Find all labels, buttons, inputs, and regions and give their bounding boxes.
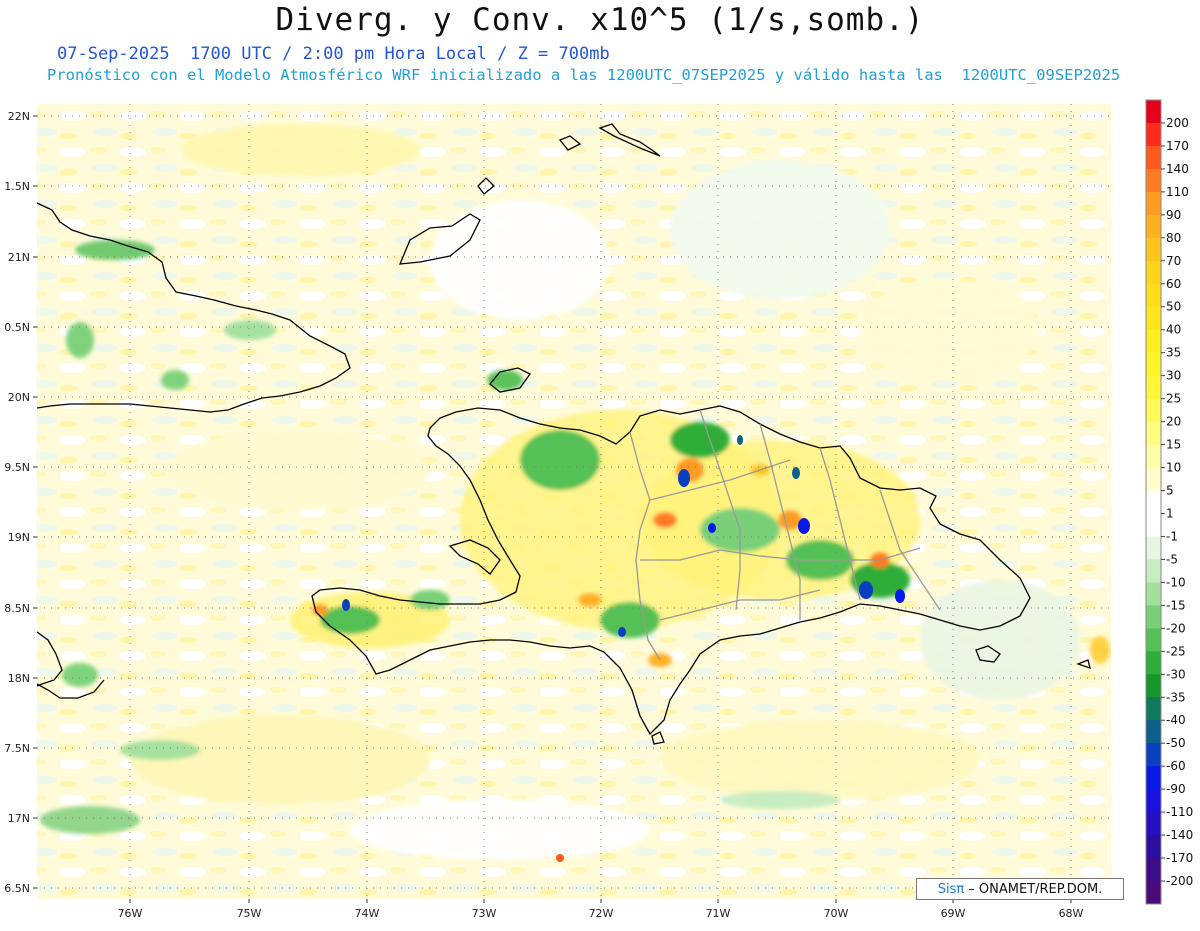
colorbar-swatch <box>1146 766 1161 790</box>
colorbar-label: -5 <box>1166 552 1178 566</box>
lon-label: 68W <box>1059 907 1084 920</box>
colorbar-swatch <box>1146 421 1161 446</box>
colorbar-label: -10 <box>1166 575 1186 589</box>
colorbar-label: 90 <box>1166 208 1181 222</box>
colorbar-label: 60 <box>1166 277 1181 291</box>
colorbar-label: 30 <box>1166 369 1181 383</box>
colorbar-swatch <box>1146 674 1161 698</box>
colorbar-label: 70 <box>1166 254 1181 268</box>
lat-label: 0.5N <box>4 321 30 334</box>
latitude-labels: 22N 1.5N 21N 0.5N 20N 9.5N 19N 8.5N 18N … <box>4 110 30 895</box>
colorbar-swatch <box>1146 145 1161 170</box>
lon-label: 76W <box>118 907 143 920</box>
colorbar-label: -40 <box>1166 713 1186 727</box>
colorbar-swatch <box>1146 743 1161 767</box>
lat-label: 19N <box>8 531 30 544</box>
colorbar-swatch <box>1146 467 1161 492</box>
colorbar-label: 35 <box>1166 346 1181 360</box>
colorbar-swatch <box>1146 306 1161 331</box>
colorbar-swatch <box>1146 260 1161 285</box>
lon-label: 70W <box>824 907 849 920</box>
lat-label: 6.5N <box>4 882 30 895</box>
colorbar-swatch <box>1146 375 1161 400</box>
lat-label: 8.5N <box>4 602 30 615</box>
credit-box: Sis π – ONAMET/REP.DOM. <box>916 878 1124 900</box>
lat-label: 20N <box>8 391 30 404</box>
lat-label: 1.5N <box>4 180 30 193</box>
map-panel: 22N 1.5N 21N 0.5N 20N 9.5N 19N 8.5N 18N … <box>0 0 1200 927</box>
colorbar-label: 1 <box>1166 506 1174 520</box>
lat-label: 21N <box>8 251 30 264</box>
credit-text: – ONAMET/REP.DOM. <box>964 881 1103 897</box>
colorbar-swatch <box>1146 651 1161 675</box>
lon-label: 73W <box>472 907 497 920</box>
colorbar-swatch <box>1146 513 1161 537</box>
lat-label: 9.5N <box>4 461 30 474</box>
colorbar-swatch <box>1146 444 1161 469</box>
sispi-brand: Sis <box>937 881 957 897</box>
colorbar-label: 5 <box>1166 484 1174 498</box>
colorbar-swatch <box>1146 398 1161 423</box>
colorbar-swatch <box>1146 559 1161 583</box>
lon-label: 72W <box>589 907 614 920</box>
colorbar-swatch <box>1146 628 1161 652</box>
colorbar-swatch <box>1146 100 1161 124</box>
colorbar-swatch <box>1146 490 1161 514</box>
colorbar: 200 170 140 110 90 80 70 60 50 40 35 30 25 20 15 10 5 1 -1… <box>1145 99 1193 905</box>
colorbar-swatch <box>1146 168 1161 193</box>
divergence-field <box>37 104 1111 899</box>
colorbar-label: 80 <box>1166 231 1181 245</box>
colorbar-label: -60 <box>1166 759 1186 773</box>
colorbar-label: -140 <box>1166 828 1193 842</box>
colorbar-label: -200 <box>1166 874 1193 888</box>
colorbar-label: -90 <box>1166 782 1186 796</box>
colorbar-swatch <box>1146 191 1161 216</box>
colorbar-label: 50 <box>1166 300 1181 314</box>
lat-label: 18N <box>8 672 30 685</box>
colorbar-label: -50 <box>1166 736 1186 750</box>
colorbar-label: -170 <box>1166 851 1193 865</box>
lon-label: 71W <box>706 907 731 920</box>
colorbar-swatch <box>1146 697 1161 721</box>
colorbar-label: 25 <box>1166 392 1181 406</box>
colorbar-label: 170 <box>1166 139 1189 153</box>
colorbar-swatch <box>1146 237 1161 262</box>
pi-glyph: π <box>956 881 965 897</box>
colorbar-label: 200 <box>1166 116 1189 130</box>
colorbar-label: 110 <box>1166 185 1189 199</box>
colorbar-swatch <box>1146 352 1161 377</box>
colorbar-label: -35 <box>1166 690 1186 704</box>
lon-label: 75W <box>237 907 262 920</box>
lat-label: 22N <box>8 110 30 123</box>
colorbar-swatch <box>1146 122 1161 147</box>
colorbar-swatch <box>1146 214 1161 239</box>
colorbar-swatch <box>1146 605 1161 629</box>
colorbar-swatch <box>1146 536 1161 560</box>
colorbar-swatch <box>1146 329 1161 354</box>
longitude-labels: 76W 75W 74W 73W 72W 71W 70W 69W 68W <box>118 907 1084 920</box>
colorbar-label: -1 <box>1166 529 1178 543</box>
colorbar-swatch <box>1146 858 1161 882</box>
lat-label: 7.5N <box>4 742 30 755</box>
colorbar-label: -25 <box>1166 644 1186 658</box>
colorbar-label: 40 <box>1166 323 1181 337</box>
colorbar-label: 140 <box>1166 162 1189 176</box>
colorbar-swatch <box>1146 812 1161 836</box>
colorbar-label: 15 <box>1166 438 1181 452</box>
colorbar-label: -110 <box>1166 805 1193 819</box>
lon-label: 74W <box>355 907 380 920</box>
colorbar-label: -20 <box>1166 621 1186 635</box>
colorbar-swatch <box>1146 582 1161 606</box>
colorbar-label: -15 <box>1166 598 1186 612</box>
lat-label: 17N <box>8 812 30 825</box>
lon-label: 69W <box>941 907 966 920</box>
colorbar-swatch <box>1146 881 1161 905</box>
colorbar-swatch <box>1146 789 1161 813</box>
colorbar-swatch <box>1146 720 1161 744</box>
colorbar-label: 20 <box>1166 415 1181 429</box>
colorbar-swatch <box>1146 283 1161 308</box>
colorbar-label: 10 <box>1166 461 1181 475</box>
colorbar-swatch <box>1146 835 1161 859</box>
colorbar-label: -30 <box>1166 667 1186 681</box>
